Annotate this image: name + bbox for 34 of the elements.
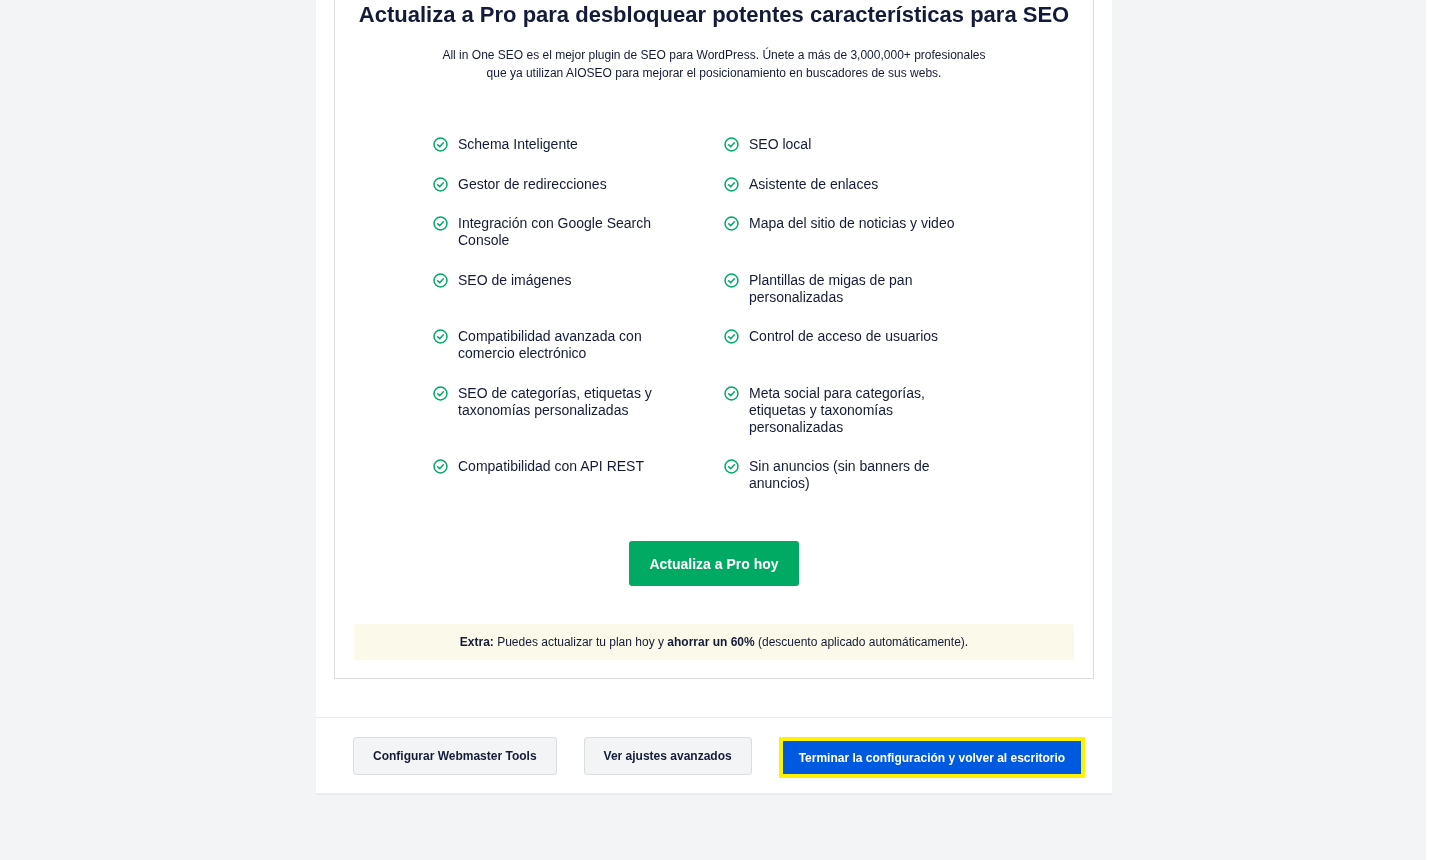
feature-label: Compatibilidad avanzada con comercio electrónico bbox=[458, 328, 643, 362]
feature-label: SEO local bbox=[749, 136, 812, 153]
feature-label: Meta social para categorías, etiquetas y taxonomías personalizadas bbox=[749, 384, 926, 436]
upgrade-description: All in One SEO es el mejor plugin de SEO para WordPress. Únete a más de 3,000,000+ profesionales que ya utilizan AIOSEO para mejorar el posicionamiento en buscadores de sus webs. bbox=[441, 46, 987, 82]
feature-label: Sin anuncios (sin banners de anuncios) bbox=[749, 458, 931, 492]
check-icon bbox=[724, 176, 739, 192]
check-icon bbox=[433, 272, 448, 288]
check-icon bbox=[724, 272, 739, 288]
discount-note: Extra: Puedes actualizar tu plan hoy y ahorrar un 60% (descuento aplicado automáticamente). bbox=[354, 624, 1074, 660]
check-icon bbox=[724, 385, 739, 401]
feature-label: Control de acceso de usuarios bbox=[749, 328, 939, 345]
primary-button[interactable]: Terminar la configuración y volver al escritorio bbox=[778, 737, 1086, 778]
check-icon bbox=[724, 216, 739, 231]
feature-label: Compatibilidad con API REST bbox=[458, 458, 644, 475]
upgrade-title: Actualiza a Pro para desbloquear potentes características para SEO bbox=[357, 1, 1071, 29]
feature-label: SEO de imágenes bbox=[458, 271, 572, 289]
feature-label: Asistente de enlaces bbox=[749, 175, 879, 193]
check-icon bbox=[433, 216, 448, 231]
check-icon bbox=[724, 329, 739, 344]
check-icon bbox=[433, 385, 448, 401]
check-icon bbox=[724, 137, 739, 152]
check-icon bbox=[433, 137, 448, 152]
feature-label: Integración con Google Search Console bbox=[458, 215, 652, 249]
feature-label: SEO de categorías, etiquetas y taxonomías personalizadas bbox=[458, 384, 653, 419]
secondary-button[interactable]: Ver ajustes avanzados bbox=[583, 737, 752, 775]
feature-label: Mapa del sitio de noticias y video bbox=[749, 215, 955, 232]
feature-label: Schema Inteligente bbox=[458, 136, 578, 153]
check-icon bbox=[433, 329, 448, 344]
secondary-button[interactable]: Configurar Webmaster Tools bbox=[353, 737, 557, 775]
feature-label: Gestor de redirecciones bbox=[458, 175, 607, 193]
check-icon bbox=[433, 176, 448, 192]
feature-label: Plantillas de migas de pan personalizadas bbox=[749, 271, 914, 306]
check-icon bbox=[724, 459, 739, 474]
check-icon bbox=[433, 459, 448, 474]
